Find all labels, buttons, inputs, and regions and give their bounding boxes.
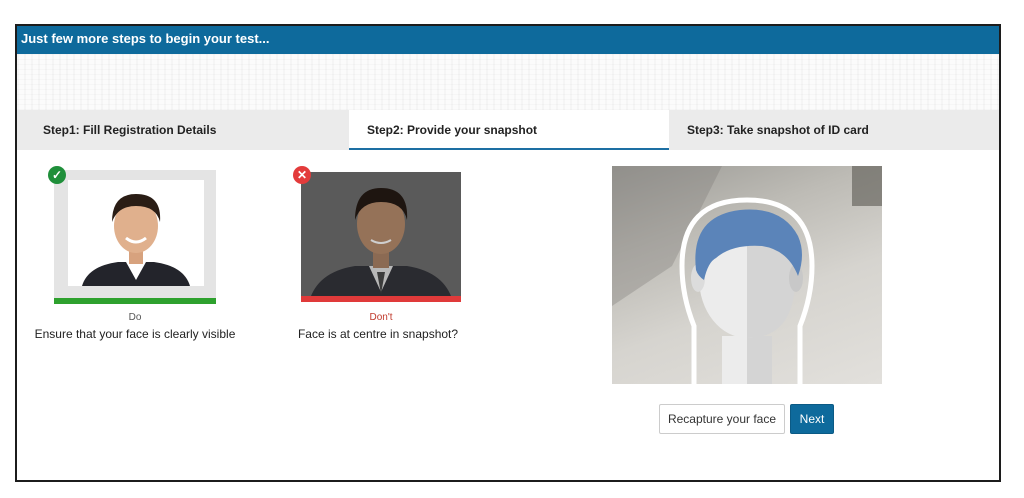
check-icon: ✓: [48, 166, 66, 184]
recapture-face-button[interactable]: Recapture your face: [659, 404, 785, 434]
dont-label: Don't: [369, 312, 393, 323]
dont-indicator-bar: [301, 296, 461, 302]
decorative-band: [17, 54, 999, 110]
next-button[interactable]: Next: [790, 404, 834, 434]
panel-header: Just few more steps to begin your test..…: [17, 26, 999, 54]
do-instruction: Ensure that your face is clearly visible: [34, 327, 236, 341]
do-indicator-bar: [54, 298, 216, 304]
dont-sample-image: [301, 172, 461, 302]
face-outline-guide-icon: [612, 166, 882, 384]
person-photo: [68, 180, 204, 286]
tab-step1[interactable]: Step1: Fill Registration Details: [17, 110, 349, 150]
dont-instruction: Face is at centre in snapshot?: [297, 327, 459, 341]
do-label: Do: [128, 312, 142, 323]
tab-step2[interactable]: Step2: Provide your snapshot: [349, 110, 669, 150]
cross-icon: ✕: [293, 166, 311, 184]
tab-step3[interactable]: Step3: Take snapshot of ID card: [669, 110, 999, 150]
do-sample-image: [54, 170, 216, 304]
webcam-preview: [612, 166, 882, 384]
step-tabs: Step1: Fill Registration Details Step2: …: [17, 110, 999, 150]
